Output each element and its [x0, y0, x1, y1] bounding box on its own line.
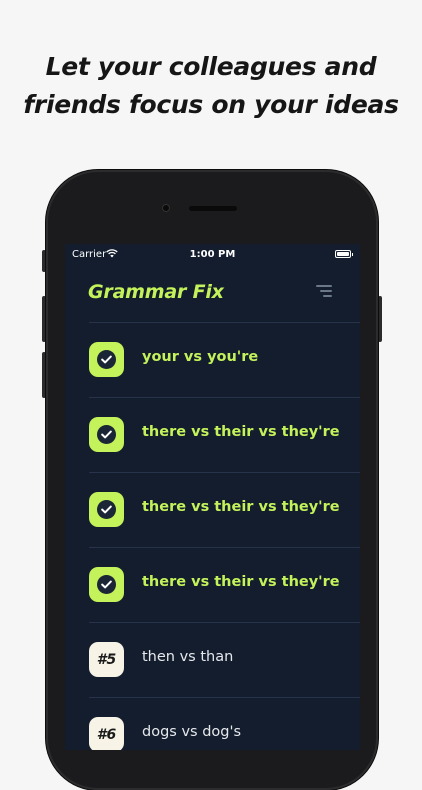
lesson-row[interactable]: there vs their vs they're [89, 547, 360, 622]
lesson-number-badge: #6 [89, 717, 124, 750]
front-camera [162, 204, 170, 212]
app-title: Grammar Fix [88, 281, 224, 303]
status-time: 1:00 PM [189, 249, 236, 260]
checkmark-icon [97, 575, 116, 594]
lesson-label: there vs their vs they're [142, 424, 340, 440]
lesson-row[interactable]: #6 dogs vs dog's [89, 697, 360, 750]
completed-badge [89, 567, 124, 602]
earpiece-speaker [189, 206, 237, 211]
completed-badge [89, 492, 124, 527]
lesson-list: your vs you're there vs their vs they're… [65, 322, 360, 750]
headline-line-1: Let your colleagues and [45, 52, 377, 81]
checkmark-icon [97, 500, 116, 519]
lesson-label: your vs you're [142, 349, 259, 365]
menu-lines-icon[interactable] [316, 284, 332, 298]
lesson-label: dogs vs dog's [142, 724, 242, 740]
completed-badge [89, 417, 124, 452]
lesson-row[interactable]: there vs their vs they're [89, 397, 360, 472]
lesson-number-badge: #5 [89, 642, 124, 677]
headline-line-2: friends focus on your ideas [23, 90, 399, 119]
battery-icon [335, 250, 353, 258]
checkmark-icon [97, 425, 116, 444]
promo-headline: Let your colleagues and friends focus on… [0, 48, 422, 124]
lesson-row[interactable]: #5 then vs than [89, 622, 360, 697]
lesson-label: then vs than [142, 649, 234, 665]
lesson-label: there vs their vs they're [142, 499, 340, 515]
lesson-label: there vs their vs they're [142, 574, 340, 590]
status-bar: Carrier 1:00 PM [65, 244, 360, 266]
app-screen: Carrier 1:00 PM Grammar Fix your vs you'… [65, 244, 360, 750]
lesson-row[interactable]: your vs you're [89, 322, 360, 397]
checkmark-icon [97, 350, 116, 369]
lesson-row[interactable]: there vs their vs they're [89, 472, 360, 547]
completed-badge [89, 342, 124, 377]
phone-power-button [378, 296, 382, 342]
